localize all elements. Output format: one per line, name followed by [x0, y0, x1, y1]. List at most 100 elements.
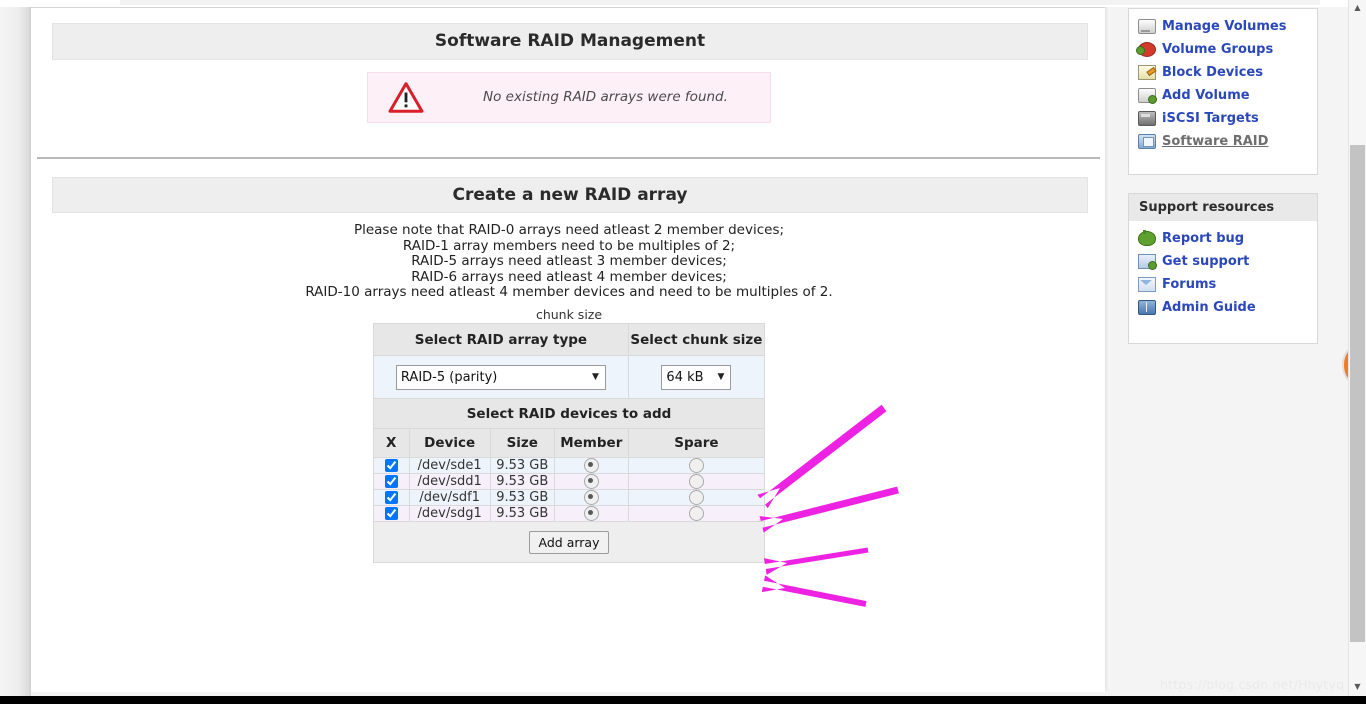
scrollbar-thumb[interactable] — [1350, 145, 1365, 642]
device-name-cell: /dev/sdd1 — [408, 473, 491, 490]
sidebar-item-label[interactable]: Get support — [1162, 254, 1249, 269]
sidebar-item-volume-groups[interactable]: Volume Groups — [1129, 38, 1317, 61]
row-select-cell — [373, 505, 410, 522]
watermark-text: https://blog.csdn.net/Hhytyq — [1160, 677, 1345, 692]
sidebar-item-label[interactable]: iSCSI Targets — [1162, 111, 1259, 126]
sidebar-item-manage-volumes[interactable]: Manage Volumes — [1129, 15, 1317, 38]
note-line: RAID-5 arrays need atleast 3 member devi… — [411, 253, 727, 269]
add-volume-icon — [1138, 88, 1157, 104]
sidebar-item-block-devices[interactable]: Block Devices — [1129, 61, 1317, 84]
top-strip-inner — [120, 0, 1320, 5]
chunk-size-label: chunk size — [535, 307, 603, 322]
device-size-cell: 9.53 GB — [489, 473, 555, 490]
main-content-column: Software RAID Management No existing RAI… — [31, 7, 1344, 692]
row-select-cell — [373, 473, 410, 490]
device-name-cell: /dev/sdg1 — [408, 505, 491, 522]
column-size: Size — [489, 428, 555, 458]
storage-nav-card: Manage Volumes Volume Groups Block Devices… — [1128, 8, 1318, 175]
drive-icon — [1138, 19, 1156, 34]
page-title: Software RAID Management — [52, 23, 1088, 60]
column-spare: Spare — [627, 428, 766, 458]
select-type-header: Select RAID array type — [373, 323, 629, 356]
member-radio-cell — [553, 505, 629, 522]
spare-radio-cell — [627, 489, 766, 506]
row-select-cell — [373, 457, 410, 474]
sidebar-item-label[interactable]: Add Volume — [1162, 88, 1250, 103]
device-columns-row: X Device Size Member Spare — [373, 428, 766, 458]
form-header-row: Select RAID array type Select chunk size — [373, 323, 766, 356]
warning-triangle-icon — [388, 82, 424, 113]
device-name-cell: /dev/sdf1 — [408, 489, 491, 506]
guide-icon — [1138, 300, 1156, 315]
member-radio[interactable] — [583, 474, 599, 489]
submit-cell: Add array — [373, 521, 765, 563]
software-raid-icon — [1138, 134, 1156, 149]
chunk-size-select[interactable]: 4 kB8 kB16 kB32 kB64 kB128 kB256 kB — [661, 364, 732, 390]
devices-subheader-row: Select RAID devices to add — [373, 398, 765, 429]
storage-nav-list: Manage Volumes Volume Groups Block Devices… — [1129, 9, 1317, 153]
member-radio[interactable] — [583, 506, 599, 521]
spare-radio[interactable] — [688, 458, 704, 473]
device-checkbox[interactable] — [384, 491, 398, 504]
sidebar-item-software-raid[interactable]: Software RAID — [1129, 130, 1317, 153]
spare-radio-cell — [627, 473, 766, 490]
bottom-bar — [0, 696, 1366, 704]
volume-groups-icon — [1136, 42, 1156, 57]
device-name-cell: /dev/sde1 — [408, 457, 491, 474]
iscsi-icon — [1138, 111, 1156, 126]
sidebar-item-report-bug[interactable]: Report bug — [1129, 227, 1317, 250]
left-gutter — [0, 0, 31, 704]
sidebar-item-iscsi-targets[interactable]: iSCSI Targets — [1129, 107, 1317, 130]
column-x: X — [373, 428, 410, 458]
sidebar-item-label[interactable]: Manage Volumes — [1162, 19, 1286, 34]
sidebar-item-label[interactable]: Software RAID — [1162, 134, 1268, 149]
raid-type-select[interactable]: RAID-0 (striped)RAID-1 (mirrored)RAID-5 … — [395, 364, 606, 390]
sidebar-item-label[interactable]: Admin Guide — [1162, 300, 1256, 315]
note-line: RAID-10 arrays need atleast 4 member dev… — [305, 284, 833, 300]
table-row: /dev/sdf1 9.53 GB — [373, 489, 766, 506]
spare-radio-cell — [627, 457, 766, 474]
sidebar-item-label[interactable]: Volume Groups — [1162, 42, 1273, 57]
sidebar-item-get-support[interactable]: Get support — [1129, 250, 1317, 273]
column-device: Device — [408, 428, 491, 458]
block-devices-icon — [1138, 65, 1156, 80]
bug-icon — [1138, 230, 1156, 246]
table-row: /dev/sdd1 9.53 GB — [373, 473, 766, 490]
member-radio[interactable] — [583, 490, 599, 505]
section-divider — [37, 157, 1100, 159]
device-size-cell: 9.53 GB — [489, 457, 555, 474]
device-checkbox[interactable] — [384, 459, 398, 472]
scroll-up-icon[interactable]: ▲ — [1349, 0, 1366, 17]
spare-radio[interactable] — [688, 490, 704, 505]
note-line: RAID-6 arrays need atleast 4 member devi… — [411, 268, 727, 285]
vertical-scrollbar[interactable]: ▲ ▼ — [1348, 0, 1366, 696]
spare-radio[interactable] — [688, 506, 704, 521]
spare-radio[interactable] — [688, 474, 704, 489]
add-array-button[interactable]: Add array — [528, 530, 610, 554]
sidebar-item-admin-guide[interactable]: Admin Guide — [1129, 296, 1317, 319]
column-member: Member — [553, 428, 629, 458]
form-select-row: RAID-0 (striped)RAID-1 (mirrored)RAID-5 … — [373, 355, 766, 399]
device-size-cell: 9.53 GB — [489, 489, 555, 506]
select-devices-header: Select RAID devices to add — [373, 398, 765, 429]
spare-radio-cell — [627, 505, 766, 522]
note-line: Please note that RAID-0 arrays need atle… — [353, 222, 785, 238]
table-row: /dev/sdg1 9.53 GB — [373, 505, 766, 522]
sidebar-item-forums[interactable]: Forums — [1129, 273, 1317, 296]
submit-row: Add array — [373, 521, 765, 563]
forum-icon — [1138, 277, 1156, 292]
sidebar-item-add-volume[interactable]: Add Volume — [1129, 84, 1317, 107]
scroll-down-icon[interactable]: ▼ — [1349, 679, 1366, 696]
table-row: /dev/sde1 9.53 GB — [373, 457, 766, 474]
device-checkbox[interactable] — [384, 507, 398, 520]
device-size-cell: 9.53 GB — [489, 505, 555, 522]
sidebar-item-label[interactable]: Report bug — [1162, 231, 1244, 246]
sidebar-item-label[interactable]: Block Devices — [1162, 65, 1263, 80]
support-icon — [1138, 254, 1157, 270]
select-chunk-header: Select chunk size — [627, 323, 766, 356]
browser-page: Software RAID Management No existing RAI… — [0, 0, 1366, 704]
sidebar-item-label[interactable]: Forums — [1162, 277, 1216, 292]
chunk-size-cell: 4 kB8 kB16 kB32 kB64 kB128 kB256 kB ▼ — [627, 355, 766, 399]
member-radio[interactable] — [583, 458, 599, 473]
device-checkbox[interactable] — [384, 475, 398, 488]
